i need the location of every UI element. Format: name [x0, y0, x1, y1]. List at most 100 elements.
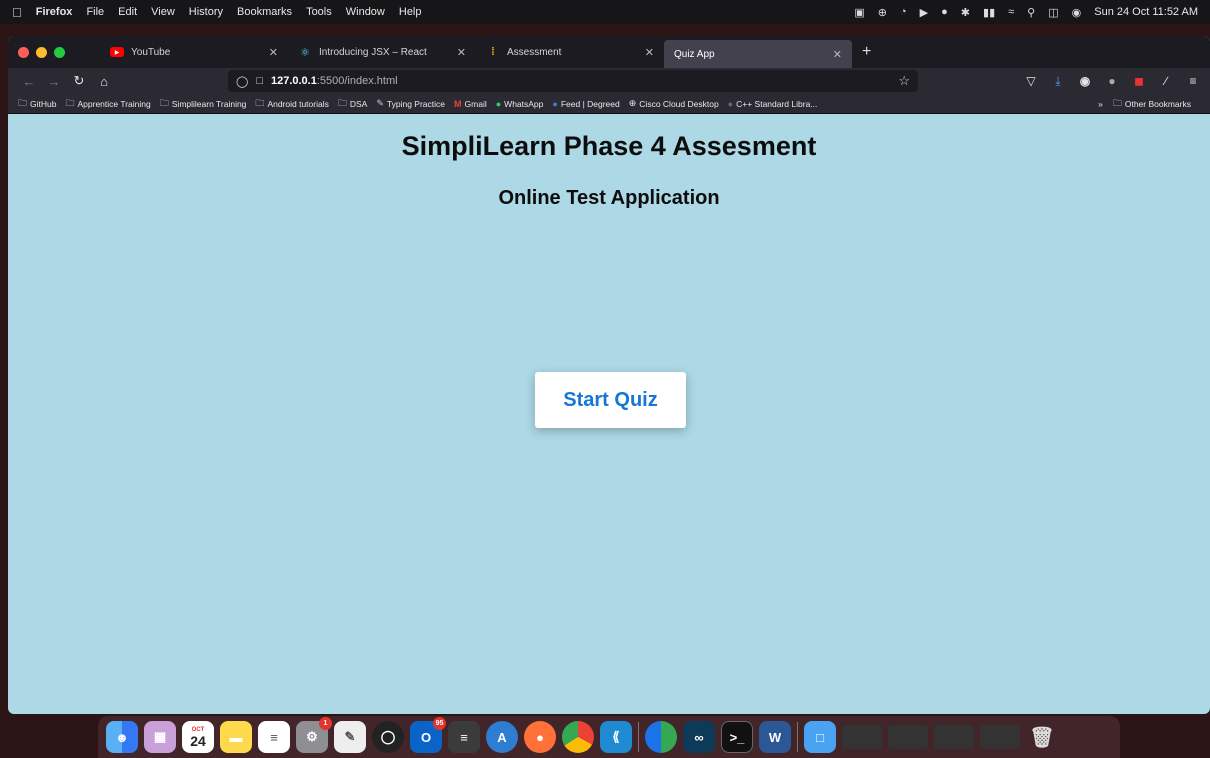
- minimize-window-button[interactable]: [36, 46, 47, 58]
- siri-icon[interactable]: ◉: [1072, 6, 1082, 19]
- chrome-status-icon[interactable]: ●: [941, 6, 948, 18]
- bookmark-simplilearn-training[interactable]: 🗀 Simplilearn Training: [160, 96, 247, 112]
- home-button[interactable]: ⌂: [93, 74, 115, 89]
- menu-help[interactable]: Help: [399, 6, 422, 18]
- tab-assessment[interactable]: ⁞ Assessment ✕: [476, 36, 664, 68]
- extension-avatar-icon[interactable]: ●: [1105, 74, 1119, 88]
- browser-window: ▶ YouTube ✕ ⚛ Introducing JSX – React ✕ …: [8, 36, 1210, 714]
- reminders-icon[interactable]: ≡: [258, 721, 290, 753]
- minimized-window-4[interactable]: [980, 725, 1020, 749]
- page-icon[interactable]: □: [256, 75, 263, 87]
- start-quiz-button[interactable]: Start Quiz: [535, 372, 686, 428]
- close-tab-icon[interactable]: ✕: [457, 46, 466, 59]
- menu-tools[interactable]: Tools: [306, 6, 332, 18]
- whatsapp-icon: ●: [495, 98, 502, 109]
- menu-app-firefox[interactable]: Firefox: [36, 6, 73, 18]
- bookmark-label: Android tutorials: [267, 98, 329, 109]
- globe-icon: ⊕: [628, 98, 637, 108]
- back-button[interactable]: ←: [18, 74, 40, 89]
- folder-icon: 🗀: [1112, 97, 1122, 108]
- bookmark-dsa[interactable]: 🗀 DSA: [338, 96, 368, 112]
- terminal-icon[interactable]: >_: [721, 721, 753, 753]
- minimized-window-3[interactable]: [934, 725, 974, 749]
- url-bar[interactable]: ◯ □ 127.0.0.1 :5500/index.html ☆: [228, 70, 918, 92]
- close-window-button[interactable]: [18, 46, 29, 58]
- apple-icon[interactable]: : [12, 5, 22, 20]
- bluetooth-icon[interactable]: ✱: [961, 6, 970, 19]
- tab-react[interactable]: ⚛ Introducing JSX – React ✕: [288, 36, 476, 68]
- webex-icon[interactable]: [645, 721, 677, 753]
- minimized-window-2[interactable]: [888, 725, 928, 749]
- system-settings-icon[interactable]: ⚙ 1: [296, 717, 332, 753]
- finder-icon[interactable]: ☻: [106, 721, 138, 753]
- firefox-icon[interactable]: ●: [524, 721, 556, 753]
- youtube-icon: ▶: [110, 47, 124, 57]
- bookmark-github[interactable]: 🗀 GitHub: [18, 96, 56, 112]
- close-tab-icon[interactable]: ✕: [833, 48, 842, 61]
- launchpad-icon[interactable]: ▦: [144, 721, 176, 753]
- menu-edit[interactable]: Edit: [118, 6, 137, 18]
- menu-view[interactable]: View: [151, 6, 175, 18]
- shield-icon[interactable]: ◯: [236, 75, 248, 88]
- downloads-icon[interactable]: ⤓: [1051, 74, 1065, 89]
- spotlight-icon[interactable]: ⚲: [1027, 6, 1035, 19]
- bookmark-label: Feed | Degreed: [560, 98, 620, 109]
- bookmark-label: WhatsApp: [504, 98, 544, 109]
- bookmark-apprentice-training[interactable]: 🗀 Apprentice Training: [65, 96, 150, 112]
- zoom-window-button[interactable]: [54, 46, 65, 58]
- menu-icon[interactable]: ≡: [1186, 74, 1200, 88]
- menu-window[interactable]: Window: [346, 6, 385, 18]
- bookmark-cpp-library[interactable]: ● C++ Standard Libra...: [728, 99, 818, 109]
- bookmark-android-tutorials[interactable]: 🗀 Android tutorials: [255, 96, 328, 112]
- bookmark-label: Typing Practice: [386, 98, 446, 109]
- extension-v-icon[interactable]: ◉: [1078, 74, 1092, 88]
- screen-record-icon[interactable]: ▣: [854, 6, 864, 19]
- bookmark-label: Cisco Cloud Desktop: [639, 98, 719, 109]
- bookmark-whatsapp[interactable]: ● WhatsApp: [496, 99, 544, 109]
- obs-icon[interactable]: ◯: [372, 721, 404, 753]
- battery-icon[interactable]: ▮▮: [983, 6, 995, 19]
- wifi-icon[interactable]: ≈: [1008, 6, 1014, 18]
- reload-button[interactable]: ↻: [68, 73, 90, 89]
- close-tab-icon[interactable]: ✕: [269, 46, 278, 59]
- menu-history[interactable]: History: [189, 6, 223, 18]
- pen-icon[interactable]: ∕: [1159, 74, 1173, 88]
- vscode-icon[interactable]: ⟪: [600, 721, 632, 753]
- control-center-icon[interactable]: ◫: [1048, 6, 1058, 19]
- forward-button[interactable]: →: [43, 74, 65, 89]
- menu-bookmarks[interactable]: Bookmarks: [237, 6, 292, 18]
- calendar-month: OCT: [191, 726, 205, 733]
- ublock-icon[interactable]: ◼: [1132, 74, 1146, 88]
- droplet-icon[interactable]: ▶: [920, 6, 928, 19]
- notes-icon[interactable]: ▬: [220, 721, 252, 753]
- minimized-window-1[interactable]: [842, 725, 882, 749]
- word-icon[interactable]: W: [759, 721, 791, 753]
- bookmark-degreed[interactable]: ● Feed | Degreed: [552, 99, 619, 109]
- sublime-icon[interactable]: ≡: [448, 721, 480, 753]
- outlook-icon[interactable]: O 95: [410, 717, 446, 753]
- tab-youtube[interactable]: ▶ YouTube ✕: [100, 36, 288, 68]
- bookmark-star-icon[interactable]: ☆: [898, 73, 910, 89]
- vpn-icon[interactable]: ⊕: [878, 6, 887, 19]
- bookmark-cisco-cloud-desktop[interactable]: ⊕ Cisco Cloud Desktop: [629, 98, 719, 109]
- folder-icon: 🗀: [159, 97, 169, 108]
- chrome-icon[interactable]: [562, 721, 594, 753]
- search-status-icon[interactable]: ◔: [900, 6, 907, 18]
- textedit-icon[interactable]: ✎: [334, 721, 366, 753]
- bookmark-other[interactable]: 🗀 Other Bookmarks: [1113, 96, 1191, 112]
- bookmarks-overflow: » 🗀 Other Bookmarks: [1098, 96, 1200, 112]
- menubar-clock[interactable]: Sun 24 Oct 11:52 AM: [1094, 6, 1198, 18]
- pocket-icon[interactable]: ▽: [1024, 74, 1038, 88]
- android-studio-icon[interactable]: A: [486, 721, 518, 753]
- downloads-folder-icon[interactable]: □: [804, 721, 836, 753]
- chevron-overflow-icon[interactable]: »: [1098, 99, 1103, 109]
- webex-meetings-icon[interactable]: ∞: [683, 721, 715, 753]
- trash-icon[interactable]: 🗑: [1026, 721, 1058, 753]
- bookmark-gmail[interactable]: M Gmail: [454, 99, 487, 109]
- bookmark-typing-practice[interactable]: ✎ Typing Practice: [376, 98, 445, 109]
- new-tab-button[interactable]: +: [862, 43, 871, 61]
- close-tab-icon[interactable]: ✕: [645, 46, 654, 59]
- tab-quiz-app[interactable]: Quiz App ✕: [664, 40, 852, 68]
- calendar-icon[interactable]: OCT 24: [182, 721, 214, 753]
- menu-file[interactable]: File: [86, 6, 104, 18]
